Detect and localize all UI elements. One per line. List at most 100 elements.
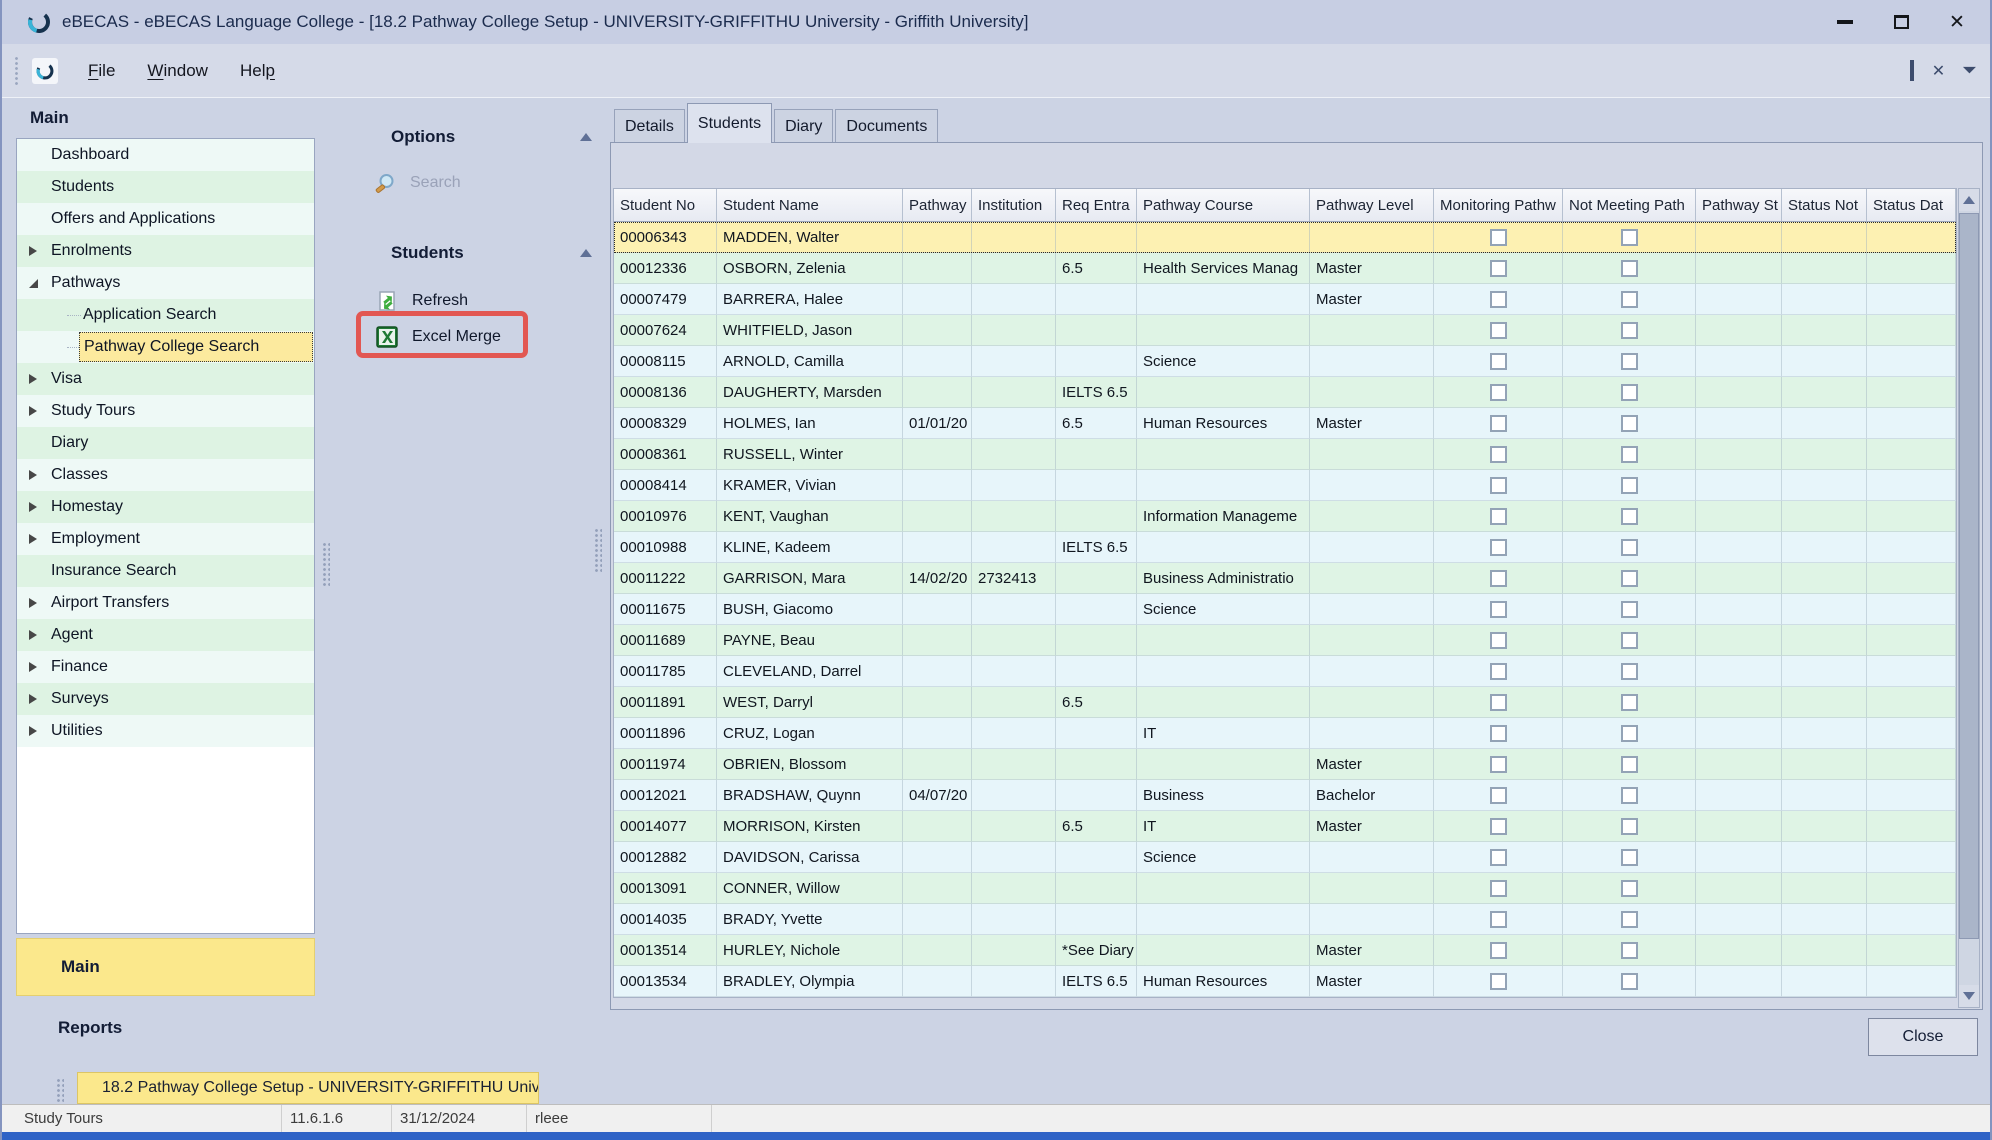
scroll-down-icon[interactable] bbox=[1959, 985, 1979, 1007]
tab-documents[interactable]: Documents bbox=[835, 109, 938, 143]
open-window-tab[interactable]: 18.2 Pathway College Setup - UNIVERSITY-… bbox=[77, 1072, 539, 1104]
not-meeting-path-checkbox[interactable] bbox=[1621, 663, 1638, 680]
sidebar-item-utilities[interactable]: Utilities bbox=[17, 715, 314, 747]
table-row[interactable]: 00012021BRADSHAW, Quynn04/07/20BusinessB… bbox=[614, 780, 1956, 811]
not-meeting-path-checkbox[interactable] bbox=[1621, 756, 1638, 773]
monitoring-pathw-checkbox[interactable] bbox=[1490, 570, 1507, 587]
table-row[interactable]: 00010988KLINE, KadeemIELTS 6.5 bbox=[614, 532, 1956, 563]
column-header-student-name[interactable]: Student Name bbox=[717, 189, 903, 221]
close-icon[interactable]: ✕ bbox=[1942, 8, 1972, 36]
monitoring-pathw-checkbox[interactable] bbox=[1490, 756, 1507, 773]
refresh-button[interactable]: Refresh bbox=[376, 290, 468, 312]
table-row[interactable]: 00011675BUSH, GiacomoScience bbox=[614, 594, 1956, 625]
sidebar-item-enrolments[interactable]: Enrolments bbox=[17, 235, 314, 267]
menu-item-help[interactable]: Help bbox=[228, 56, 287, 86]
monitoring-pathw-checkbox[interactable] bbox=[1490, 694, 1507, 711]
monitoring-pathw-checkbox[interactable] bbox=[1490, 880, 1507, 897]
monitoring-pathw-checkbox[interactable] bbox=[1490, 291, 1507, 308]
minimize-icon[interactable] bbox=[1830, 8, 1860, 36]
not-meeting-path-checkbox[interactable] bbox=[1621, 415, 1638, 432]
monitoring-pathw-checkbox[interactable] bbox=[1490, 663, 1507, 680]
column-header-pathway-st[interactable]: Pathway St bbox=[1696, 189, 1782, 221]
monitoring-pathw-checkbox[interactable] bbox=[1490, 446, 1507, 463]
not-meeting-path-checkbox[interactable] bbox=[1621, 942, 1638, 959]
sidebar-group-main[interactable]: Main bbox=[16, 938, 315, 996]
column-header-student-no[interactable]: Student No bbox=[614, 189, 717, 221]
not-meeting-path-checkbox[interactable] bbox=[1621, 911, 1638, 928]
sidebar-group-reports[interactable]: Reports bbox=[58, 1018, 122, 1038]
not-meeting-path-checkbox[interactable] bbox=[1621, 601, 1638, 618]
not-meeting-path-checkbox[interactable] bbox=[1621, 570, 1638, 587]
monitoring-pathw-checkbox[interactable] bbox=[1490, 725, 1507, 742]
monitoring-pathw-checkbox[interactable] bbox=[1490, 322, 1507, 339]
sidebar-item-pathway-college-search[interactable]: Pathway College Search bbox=[17, 331, 314, 363]
tab-students[interactable]: Students bbox=[687, 103, 772, 143]
monitoring-pathw-checkbox[interactable] bbox=[1490, 973, 1507, 990]
monitoring-pathw-checkbox[interactable] bbox=[1490, 818, 1507, 835]
monitoring-pathw-checkbox[interactable] bbox=[1490, 260, 1507, 277]
table-row[interactable]: 00012882DAVIDSON, CarissaScience bbox=[614, 842, 1956, 873]
students-header[interactable]: Students bbox=[391, 243, 464, 263]
column-header-monitoring-pathw[interactable]: Monitoring Pathw bbox=[1434, 189, 1563, 221]
monitoring-pathw-checkbox[interactable] bbox=[1490, 787, 1507, 804]
sidebar-item-diary[interactable]: Diary bbox=[17, 427, 314, 459]
monitoring-pathw-checkbox[interactable] bbox=[1490, 415, 1507, 432]
table-row[interactable]: 00011785CLEVELAND, Darrel bbox=[614, 656, 1956, 687]
table-row[interactable]: 00013534BRADLEY, OlympiaIELTS 6.5Human R… bbox=[614, 966, 1956, 997]
table-row[interactable]: 00012336OSBORN, Zelenia6.5Health Service… bbox=[614, 253, 1956, 284]
not-meeting-path-checkbox[interactable] bbox=[1621, 446, 1638, 463]
sidebar-item-dashboard[interactable]: Dashboard bbox=[17, 139, 314, 171]
table-row[interactable]: 00011896CRUZ, LoganIT bbox=[614, 718, 1956, 749]
expand-arrow-icon[interactable] bbox=[29, 630, 37, 640]
monitoring-pathw-checkbox[interactable] bbox=[1490, 353, 1507, 370]
not-meeting-path-checkbox[interactable] bbox=[1621, 539, 1638, 556]
sidebar-item-students[interactable]: Students bbox=[17, 171, 314, 203]
expand-arrow-icon[interactable] bbox=[29, 406, 37, 416]
mdi-close-icon[interactable]: ✕ bbox=[1932, 61, 1945, 81]
not-meeting-path-checkbox[interactable] bbox=[1621, 787, 1638, 804]
monitoring-pathw-checkbox[interactable] bbox=[1490, 229, 1507, 246]
column-header-institution[interactable]: Institution bbox=[972, 189, 1056, 221]
table-row[interactable]: 00011222GARRISON, Mara14/02/202732413Bus… bbox=[614, 563, 1956, 594]
sidebar-item-study-tours[interactable]: Study Tours bbox=[17, 395, 314, 427]
monitoring-pathw-checkbox[interactable] bbox=[1490, 384, 1507, 401]
not-meeting-path-checkbox[interactable] bbox=[1621, 508, 1638, 525]
expand-arrow-icon[interactable] bbox=[29, 694, 37, 704]
table-row[interactable]: 00008115ARNOLD, CamillaScience bbox=[614, 346, 1956, 377]
maximize-icon[interactable] bbox=[1886, 8, 1916, 36]
not-meeting-path-checkbox[interactable] bbox=[1621, 818, 1638, 835]
sidebar-item-employment[interactable]: Employment bbox=[17, 523, 314, 555]
scroll-up-icon[interactable] bbox=[1959, 189, 1979, 211]
column-header-req-entra[interactable]: Req Entra bbox=[1056, 189, 1137, 221]
sidebar-item-finance[interactable]: Finance bbox=[17, 651, 314, 683]
table-row[interactable]: 00010976KENT, VaughanInformation Managem… bbox=[614, 501, 1956, 532]
mdi-restore-icon[interactable] bbox=[1910, 62, 1914, 80]
expand-arrow-icon[interactable] bbox=[29, 598, 37, 608]
expand-arrow-icon[interactable] bbox=[29, 534, 37, 544]
monitoring-pathw-checkbox[interactable] bbox=[1490, 539, 1507, 556]
table-row[interactable]: 00007624WHITFIELD, Jason bbox=[614, 315, 1956, 346]
column-header-pathway-course[interactable]: Pathway Course bbox=[1137, 189, 1310, 221]
table-row[interactable]: 00008361RUSSELL, Winter bbox=[614, 439, 1956, 470]
expand-arrow-icon[interactable] bbox=[29, 470, 37, 480]
tab-details[interactable]: Details bbox=[614, 109, 685, 143]
menu-item-window[interactable]: Window bbox=[135, 56, 220, 86]
table-row[interactable]: 00013091CONNER, Willow bbox=[614, 873, 1956, 904]
sidebar-item-offers-and-applications[interactable]: Offers and Applications bbox=[17, 203, 314, 235]
monitoring-pathw-checkbox[interactable] bbox=[1490, 477, 1507, 494]
not-meeting-path-checkbox[interactable] bbox=[1621, 291, 1638, 308]
sidebar-item-homestay[interactable]: Homestay bbox=[17, 491, 314, 523]
task-tab-grip[interactable] bbox=[56, 1078, 64, 1102]
collapse-arrow-icon[interactable] bbox=[29, 279, 38, 288]
not-meeting-path-checkbox[interactable] bbox=[1621, 384, 1638, 401]
table-row[interactable]: 00008414KRAMER, Vivian bbox=[614, 470, 1956, 501]
toolbar-grip[interactable] bbox=[14, 56, 20, 86]
sidebar-item-agent[interactable]: Agent bbox=[17, 619, 314, 651]
table-row[interactable]: 00011891WEST, Darryl6.5 bbox=[614, 687, 1956, 718]
table-row[interactable]: 00011689PAYNE, Beau bbox=[614, 625, 1956, 656]
vertical-scrollbar[interactable] bbox=[1958, 188, 1980, 1008]
not-meeting-path-checkbox[interactable] bbox=[1621, 322, 1638, 339]
options-header[interactable]: Options bbox=[391, 127, 455, 147]
not-meeting-path-checkbox[interactable] bbox=[1621, 694, 1638, 711]
column-header-not-meeting-path[interactable]: Not Meeting Path bbox=[1563, 189, 1696, 221]
